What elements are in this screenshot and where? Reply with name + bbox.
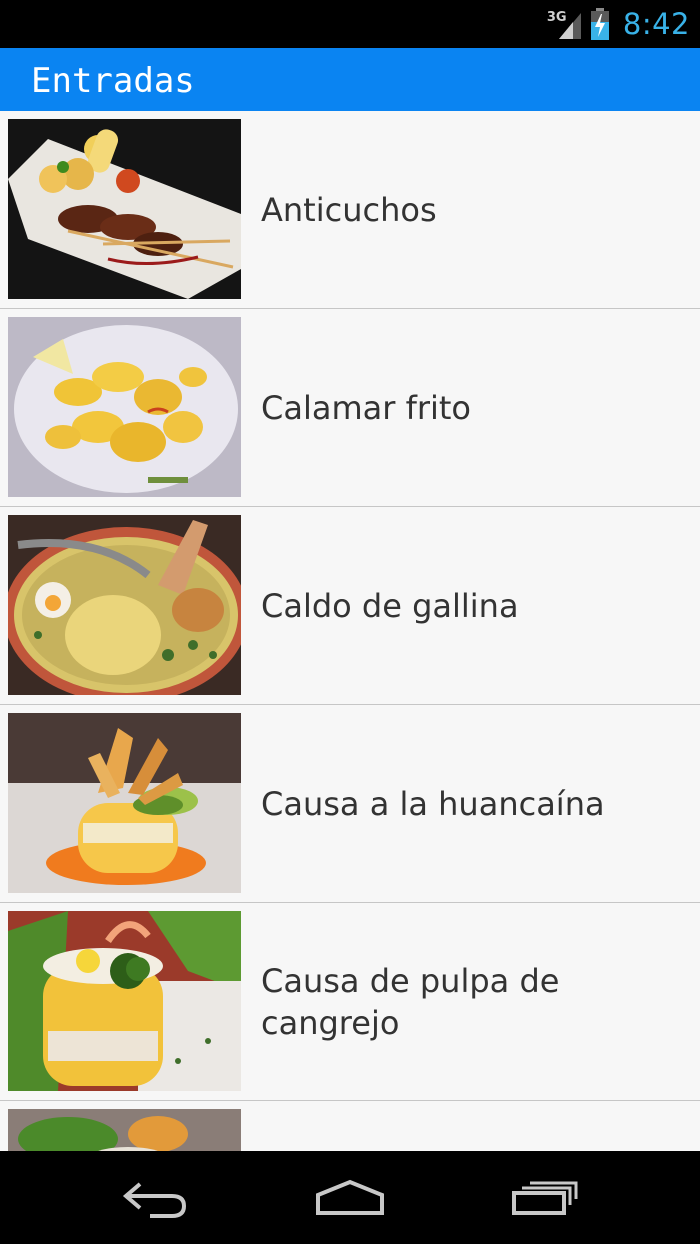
back-icon — [122, 1181, 187, 1218]
status-icons: 3G 8:42 — [547, 0, 690, 48]
back-button[interactable] — [95, 1151, 215, 1244]
list-item-caldo-de-gallina[interactable]: Caldo de gallina — [0, 507, 700, 705]
dish-photo — [8, 713, 241, 893]
list-item-calamar-frito[interactable]: Calamar frito — [0, 309, 700, 507]
dish-photo — [8, 1109, 241, 1151]
status-bar: 3G 8:42 — [0, 0, 700, 48]
dish-list[interactable]: Anticuchos Calamar frito Caldo de gallin… — [0, 111, 700, 1151]
list-item-causa-de-pulpa-de-cangrejo[interactable]: Causa de pulpa de cangrejo — [0, 903, 700, 1101]
navigation-bar — [0, 1151, 700, 1244]
dish-photo — [8, 515, 241, 695]
dish-name: Causa a la huancaína — [261, 784, 605, 823]
dish-name — [261, 1101, 680, 1151]
list-item-causa-a-la-huancaina[interactable]: Causa a la huancaína — [0, 705, 700, 903]
recent-apps-icon — [512, 1181, 578, 1215]
dish-photo — [8, 317, 241, 497]
clock: 8:42 — [622, 7, 690, 41]
battery-charging-icon — [590, 8, 609, 40]
dish-name: Caldo de gallina — [261, 586, 519, 625]
dish-name: Calamar frito — [261, 388, 471, 427]
dish-photo — [8, 119, 241, 299]
page-title: Entradas — [31, 61, 195, 101]
dish-name: Causa de pulpa de cangrejo — [261, 961, 560, 1042]
list-item-anticuchos[interactable]: Anticuchos — [0, 111, 700, 309]
signal-icon: 3G — [547, 7, 581, 41]
action-bar: Entradas — [0, 48, 700, 111]
dish-name: Anticuchos — [261, 190, 437, 229]
dish-photo — [8, 911, 241, 1091]
home-button[interactable] — [290, 1151, 410, 1244]
list-item-partial[interactable] — [0, 1101, 700, 1151]
home-icon — [316, 1179, 384, 1215]
recent-apps-button[interactable] — [485, 1151, 605, 1244]
